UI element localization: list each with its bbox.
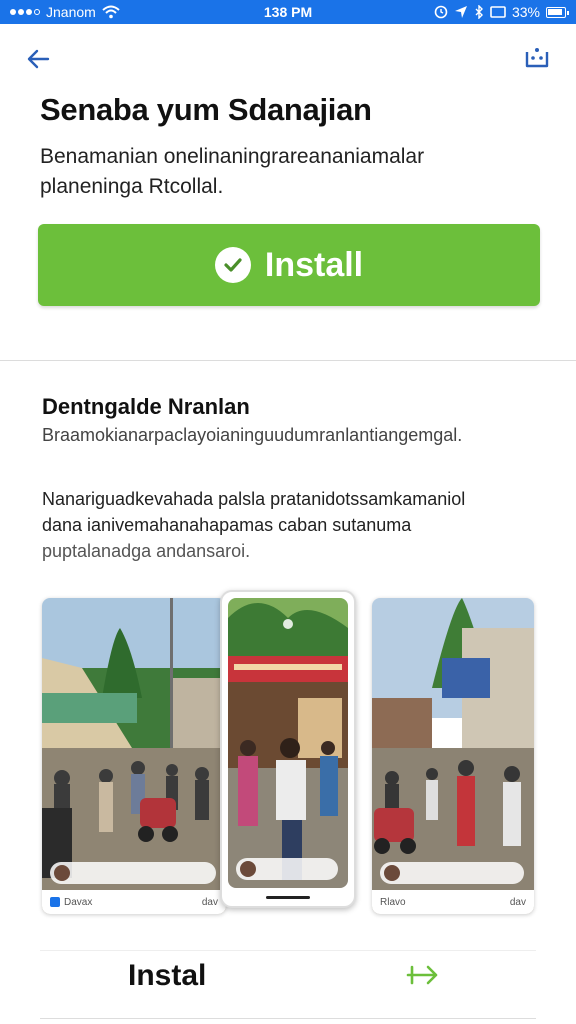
avatar bbox=[384, 865, 400, 881]
avatar bbox=[54, 865, 70, 881]
screenshot-card-left[interactable]: Davax dav bbox=[42, 598, 226, 914]
card-footer-meta: dav bbox=[201, 896, 218, 908]
grid-icon[interactable] bbox=[522, 44, 552, 74]
carrier-label: Jnanom bbox=[46, 4, 96, 20]
top-bar bbox=[0, 24, 576, 94]
screenshot-card-center[interactable] bbox=[220, 590, 356, 908]
screen-icon bbox=[490, 6, 506, 18]
battery-icon bbox=[546, 6, 569, 18]
section-body: Nanariguadkevahada palsla pratanidotssam… bbox=[42, 486, 532, 564]
location-icon bbox=[454, 6, 467, 18]
status-right: 33% bbox=[434, 4, 569, 20]
wifi-icon bbox=[102, 5, 120, 19]
avatar bbox=[240, 861, 256, 877]
status-left: Jnanom bbox=[10, 4, 120, 20]
signal-icon bbox=[10, 9, 40, 15]
alarm-icon bbox=[434, 5, 448, 19]
body-line: dana ianivemahanahapamas caban sutanuma bbox=[42, 515, 412, 535]
creator-chip bbox=[50, 862, 216, 884]
card-footer: Davax dav bbox=[42, 890, 226, 914]
screenshot-card-right[interactable]: Rlavo dav bbox=[372, 598, 534, 914]
app-description: Benamanian onelinaningrareananiamalar pl… bbox=[40, 145, 425, 198]
body-line: puptalanadga andansaroi. bbox=[42, 541, 251, 561]
home-indicator bbox=[266, 896, 310, 899]
install-label: Install bbox=[264, 245, 364, 284]
install-button[interactable]: Install bbox=[38, 224, 540, 306]
section-title: Dentngalde Nranlan bbox=[42, 394, 250, 419]
card-footer-label: Rlavo bbox=[380, 896, 406, 908]
body-line: Nanariguadkevahada palsla pratanidotssam… bbox=[42, 489, 466, 509]
status-bar: Jnanom 138 PM 33% bbox=[0, 0, 576, 24]
bluetooth-icon bbox=[475, 5, 483, 19]
phone-screen bbox=[228, 598, 348, 888]
creator-chip bbox=[380, 862, 524, 884]
section-divider bbox=[0, 360, 576, 361]
status-time: 138 PM bbox=[263, 4, 313, 20]
app-title: Senaba yum Sdanajian bbox=[40, 92, 372, 127]
arrow-left-icon[interactable] bbox=[24, 44, 54, 74]
bottom-install-card[interactable]: Instal bbox=[40, 950, 536, 1024]
battery-percent: 33% bbox=[511, 4, 540, 20]
section-subtitle: Braamokianarpaclayoianinguudumranlantian… bbox=[42, 425, 463, 445]
app-badge-icon bbox=[50, 897, 60, 907]
bottom-install-label: Instal bbox=[128, 959, 207, 992]
bottom-divider bbox=[40, 1018, 536, 1019]
card-footer-label: Davax bbox=[64, 896, 93, 908]
creator-chip bbox=[236, 858, 338, 880]
card-footer-meta: dav bbox=[509, 896, 526, 908]
card-footer: Rlavo dav bbox=[372, 890, 534, 914]
market-scene-image bbox=[228, 598, 348, 888]
arrow-right-icon[interactable] bbox=[406, 963, 440, 987]
check-circle-icon bbox=[214, 247, 251, 283]
